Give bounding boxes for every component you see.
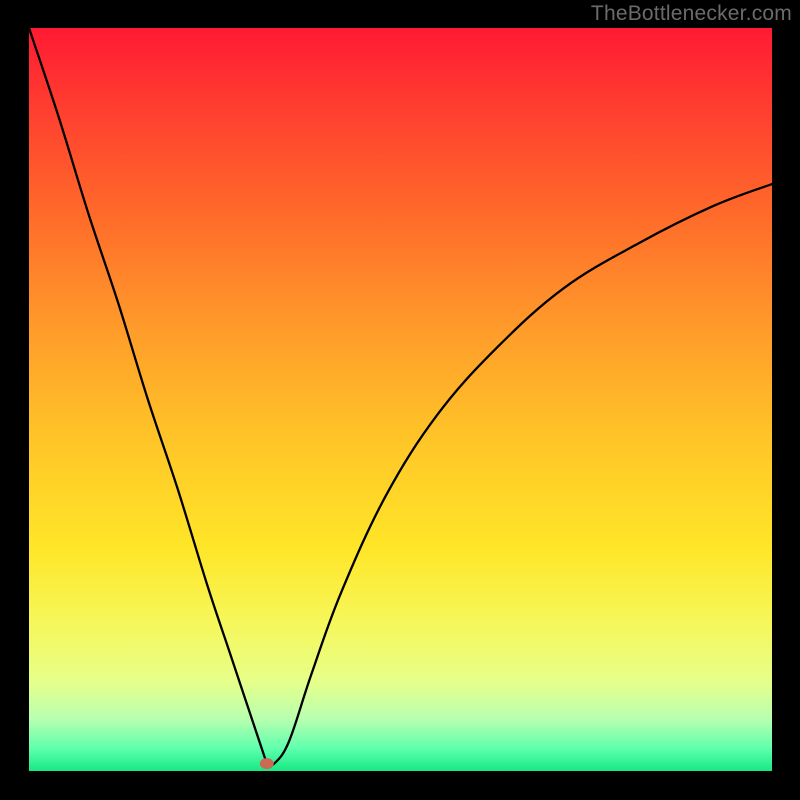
min-point-marker xyxy=(260,758,274,769)
watermark-text: TheBottlenecker.com xyxy=(591,2,792,26)
chart-svg xyxy=(29,28,772,771)
chart-container: TheBottlenecker.com xyxy=(0,0,800,800)
gradient-background xyxy=(29,28,772,771)
plot-area xyxy=(29,28,772,771)
